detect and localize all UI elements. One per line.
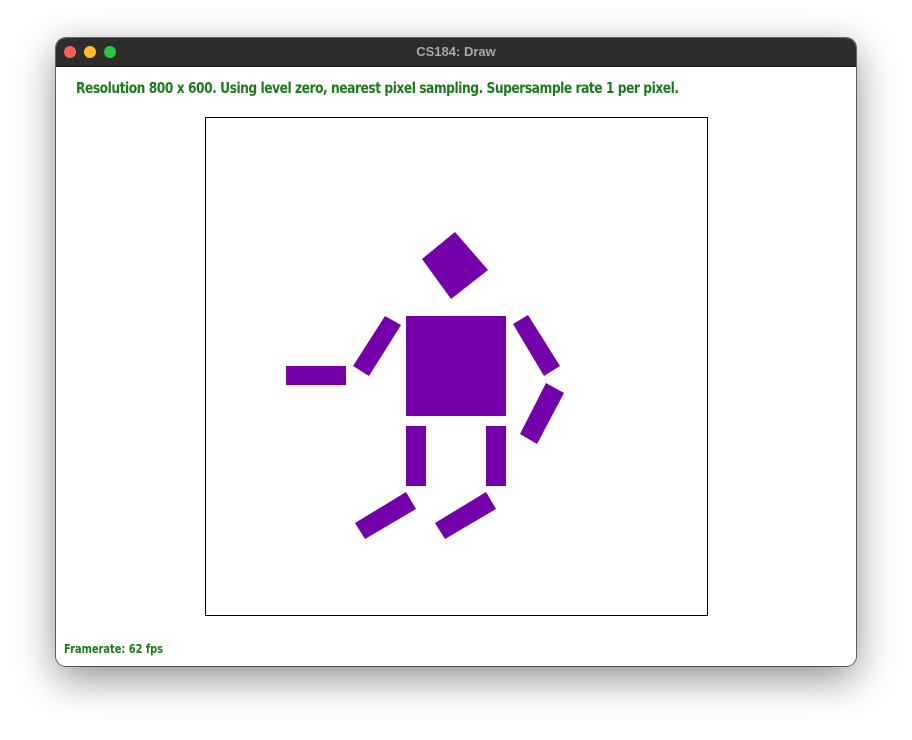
- drawing-canvas[interactable]: [205, 117, 708, 616]
- window-title: CS184: Draw: [416, 44, 496, 59]
- title-bar[interactable]: CS184: Draw: [56, 38, 856, 67]
- figure-right-forearm: [520, 383, 564, 444]
- figure-right-leg: [486, 426, 506, 486]
- figure-left-foot: [355, 492, 416, 539]
- render-status-text: Resolution 800 x 600. Using level zero, …: [76, 79, 679, 97]
- figure-left-leg: [406, 426, 426, 486]
- app-window: CS184: Draw Resolution 800 x 600. Using …: [56, 38, 856, 666]
- figure-right-foot: [435, 492, 496, 539]
- figure-right-upper-arm: [513, 315, 560, 376]
- figure-left-upper-arm: [353, 316, 401, 376]
- figure-head: [422, 232, 488, 299]
- figure-torso: [406, 316, 506, 416]
- figure-left-forearm: [286, 366, 346, 385]
- drawing-svg: [286, 232, 564, 539]
- framerate-text: Framerate: 62 fps: [64, 642, 164, 656]
- stick-figure: [286, 232, 564, 539]
- render-viewport[interactable]: Resolution 800 x 600. Using level zero, …: [56, 67, 856, 666]
